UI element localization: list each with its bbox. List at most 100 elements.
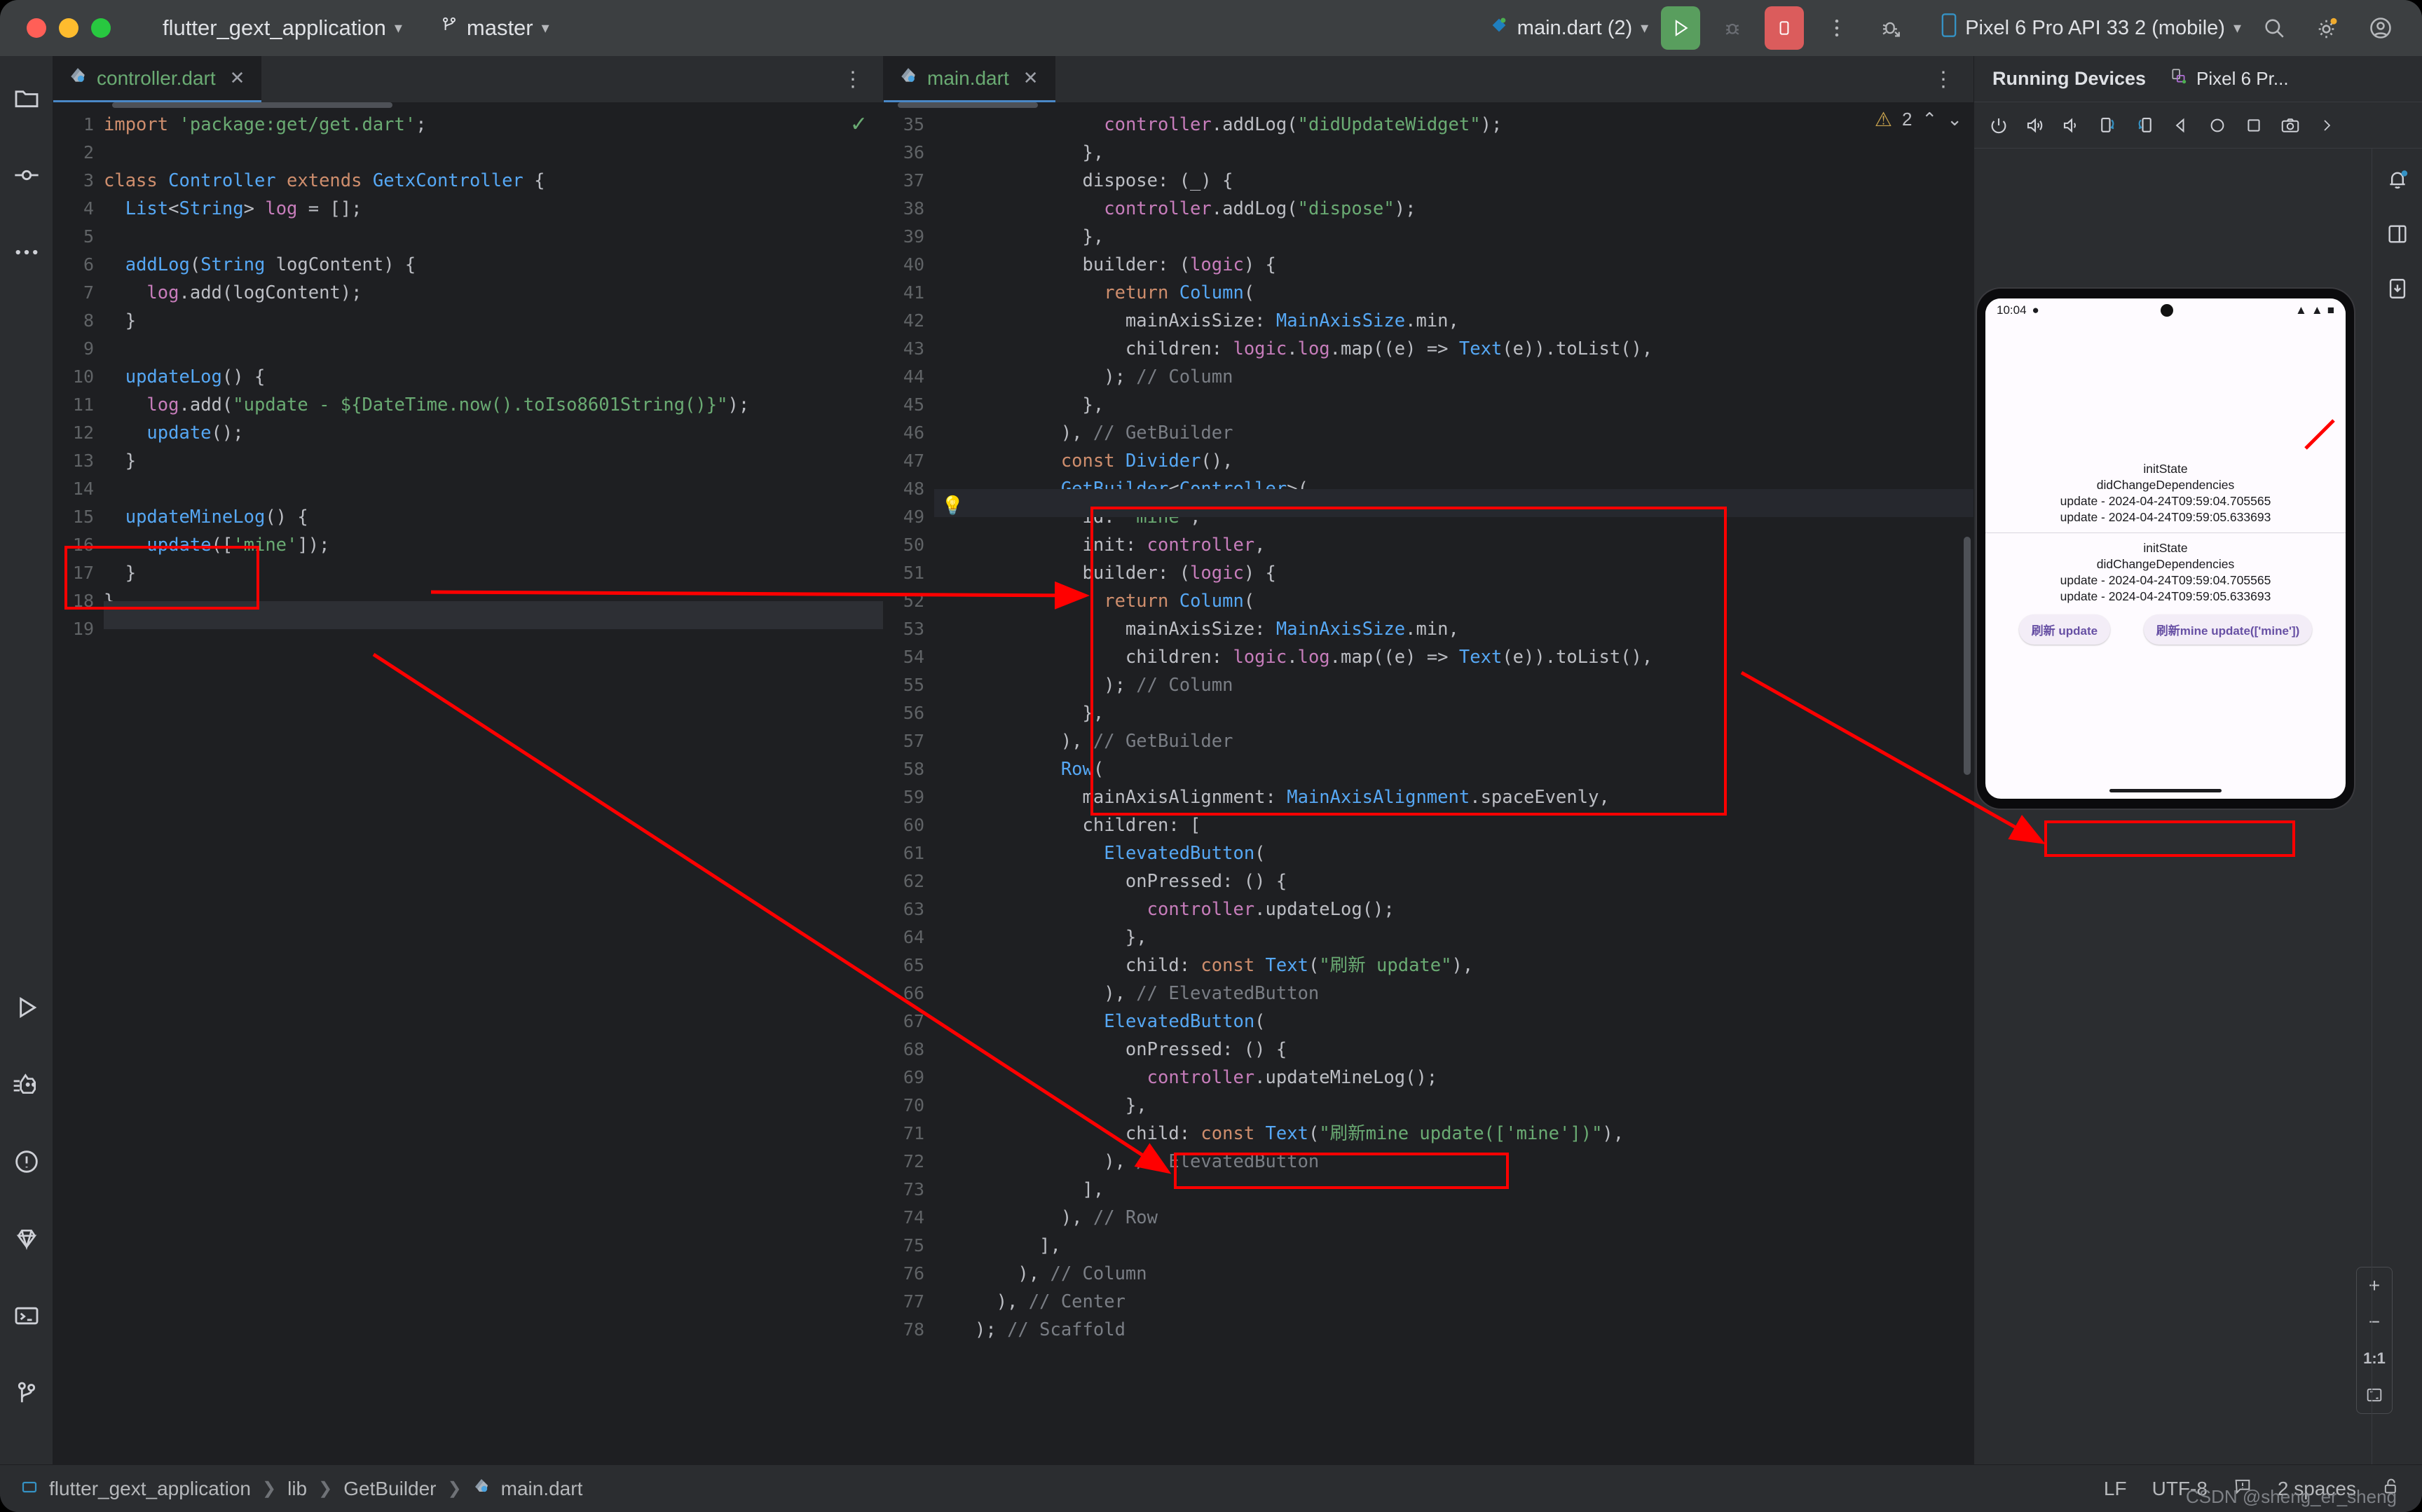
intention-bulb-icon[interactable]: 💡 [941, 495, 964, 516]
line-number: 4 [83, 198, 94, 219]
log-line: update - 2024-04-24T09:59:04.705565 [2060, 494, 2271, 508]
line-number: 44 [903, 366, 924, 387]
line-number: 16 [72, 535, 94, 555]
line-number: 78 [903, 1319, 924, 1340]
tab-controller-dart[interactable]: controller.dart ✕ [53, 56, 262, 102]
line-number: 41 [903, 282, 924, 303]
volume-down-icon[interactable] [2055, 109, 2088, 142]
gear-icon[interactable] [2307, 8, 2348, 48]
line-number: 68 [903, 1039, 924, 1059]
home-icon[interactable] [2201, 109, 2233, 142]
wifi-icon: ▲ [2295, 303, 2307, 317]
right-code-column[interactable]: 💡 controller.addLog("didUpdateWidget"); … [934, 102, 1973, 1464]
emulator-screen[interactable]: 10:04 ● ▲ ▲ ■ initState didChangeDepende… [1985, 298, 2346, 799]
breadcrumb: flutter_gext_application ❯ lib ❯ GetBuil… [21, 1477, 582, 1500]
editor-controller-dart: controller.dart ✕ ⋮ 1 2 3 4 5 6 7 8 9 10 11 12 13 14 1… [53, 56, 884, 1464]
project-name: flutter_gext_application [163, 15, 386, 40]
notifications-icon[interactable] [2378, 160, 2417, 199]
right-vertical-scrollbar[interactable] [1964, 537, 1971, 775]
line-number: 57 [903, 731, 924, 751]
line-number: 58 [903, 759, 924, 779]
layout-icon[interactable] [2378, 214, 2417, 254]
screenshot-icon[interactable] [2274, 109, 2306, 142]
right-code-area[interactable]: 35 36 37 38 39 40 41 42 43 44 45 46 47 48 49 50 51 52 53 54… [884, 102, 1973, 1464]
recents-icon[interactable] [2238, 109, 2270, 142]
log-line: initState [2143, 541, 2188, 555]
refresh-mine-update-button[interactable]: 刷新mine update(['mine']) [2143, 614, 2313, 645]
window-controls[interactable] [0, 18, 111, 38]
device-screen-icon [2170, 67, 2188, 91]
device-right-rail [2372, 149, 2422, 1464]
status-bar: flutter_gext_application ❯ lib ❯ GetBuil… [0, 1464, 2422, 1512]
prev-problem-icon[interactable]: ⌃ [1922, 109, 1937, 130]
run-tool-icon[interactable] [4, 985, 49, 1030]
flutter-inspector-icon[interactable] [4, 1062, 49, 1107]
project-selector[interactable]: flutter_gext_application ▾ [153, 11, 412, 45]
line-number: 6 [83, 254, 94, 275]
search-icon[interactable] [2254, 8, 2294, 48]
line-number: 76 [903, 1263, 924, 1284]
title-bar: flutter_gext_application ▾ master ▾ main… [0, 0, 2422, 56]
line-number: 50 [903, 535, 924, 555]
terminal-icon[interactable] [4, 1293, 49, 1338]
line-separator-indicator[interactable]: LF [2104, 1478, 2127, 1500]
line-number: 61 [903, 843, 924, 863]
breadcrumb-item-file[interactable]: main.dart [501, 1478, 583, 1500]
refresh-update-button[interactable]: 刷新 update [2018, 614, 2111, 645]
stop-button[interactable] [1765, 6, 1805, 50]
breadcrumb-item-getbuilder[interactable]: GetBuilder [343, 1478, 436, 1500]
close-icon[interactable]: ✕ [1023, 67, 1039, 89]
commit-icon[interactable] [4, 153, 49, 198]
left-tool-rail [0, 56, 53, 1464]
emulator-phone-frame[interactable]: 10:04 ● ▲ ▲ ■ initState didChangeDepende… [1977, 289, 2354, 809]
line-number: 60 [903, 815, 924, 835]
debug-button[interactable] [1713, 6, 1752, 50]
device-tab-pixel[interactable]: Pixel 6 Pr... [2170, 67, 2289, 91]
device-selector[interactable]: Pixel 6 Pro API 33 2 (mobile) ▾ [1941, 13, 2241, 43]
left-editor-options-icon[interactable]: ⋮ [824, 56, 883, 102]
more-tool-windows-icon[interactable] [4, 230, 49, 275]
line-number: 55 [903, 675, 924, 695]
log-line: didChangeDependencies [2096, 478, 2235, 492]
tab-main-dart[interactable]: main.dart ✕ [884, 56, 1055, 102]
volume-up-icon[interactable] [2019, 109, 2051, 142]
back-icon[interactable] [2165, 109, 2197, 142]
minimize-window-button[interactable] [59, 18, 78, 38]
more-actions-button[interactable] [1817, 8, 1857, 48]
left-source-code[interactable]: import 'package:get/get.dart'; class Con… [104, 111, 883, 615]
right-editor-options-icon[interactable]: ⋮ [1915, 56, 1973, 102]
gesture-nav-pill[interactable] [2109, 789, 2222, 792]
branch-selector[interactable]: master ▾ [430, 11, 559, 46]
problems-icon[interactable] [4, 1139, 49, 1184]
dart-file-icon [1489, 15, 1509, 41]
profile-debug-icon[interactable] [1870, 8, 1910, 48]
git-icon[interactable] [4, 1370, 49, 1415]
editor-main-dart: main.dart ✕ ⋮ 35 36 37 38 39 40 41 42 43 44 45 46 47… [884, 56, 1973, 1464]
left-code-area[interactable]: 1 2 3 4 5 6 7 8 9 10 11 12 13 14 15 16 17 18 19 import 'pa… [53, 102, 883, 1464]
left-code-column[interactable]: import 'package:get/get.dart'; class Con… [104, 102, 883, 1464]
right-source-code[interactable]: controller.addLog("didUpdateWidget"); },… [975, 111, 1973, 1344]
run-button[interactable] [1661, 6, 1701, 50]
breadcrumb-item-project[interactable]: flutter_gext_application [49, 1478, 251, 1500]
left-line-numbers: 1 2 3 4 5 6 7 8 9 10 11 12 13 14 15 16 17 18 19 [53, 102, 104, 1464]
breadcrumb-item-lib[interactable]: lib [287, 1478, 307, 1500]
close-icon[interactable]: ✕ [230, 67, 245, 89]
branch-name: master [466, 15, 533, 40]
device-manager-icon[interactable] [2378, 269, 2417, 308]
run-configuration-selector[interactable]: main.dart (2) ▾ [1489, 15, 1648, 41]
warnings-indicator[interactable]: ⚠ 2 ⌃ ⌄ [1875, 108, 1962, 131]
rotate-right-icon[interactable] [2128, 109, 2161, 142]
chevron-down-icon: ▾ [394, 19, 402, 36]
line-number: 42 [903, 310, 924, 331]
account-icon[interactable] [2360, 8, 2401, 48]
next-problem-icon[interactable]: ⌄ [1947, 109, 1962, 130]
close-window-button[interactable] [27, 18, 46, 38]
line-number: 75 [903, 1235, 924, 1256]
project-icon[interactable] [4, 76, 49, 121]
line-number: 2 [83, 142, 94, 163]
maximize-window-button[interactable] [91, 18, 111, 38]
rotate-left-icon[interactable] [2092, 109, 2124, 142]
pub-icon[interactable] [4, 1216, 49, 1261]
chevron-right-icon[interactable] [2311, 109, 2343, 142]
power-icon[interactable] [1983, 109, 2015, 142]
